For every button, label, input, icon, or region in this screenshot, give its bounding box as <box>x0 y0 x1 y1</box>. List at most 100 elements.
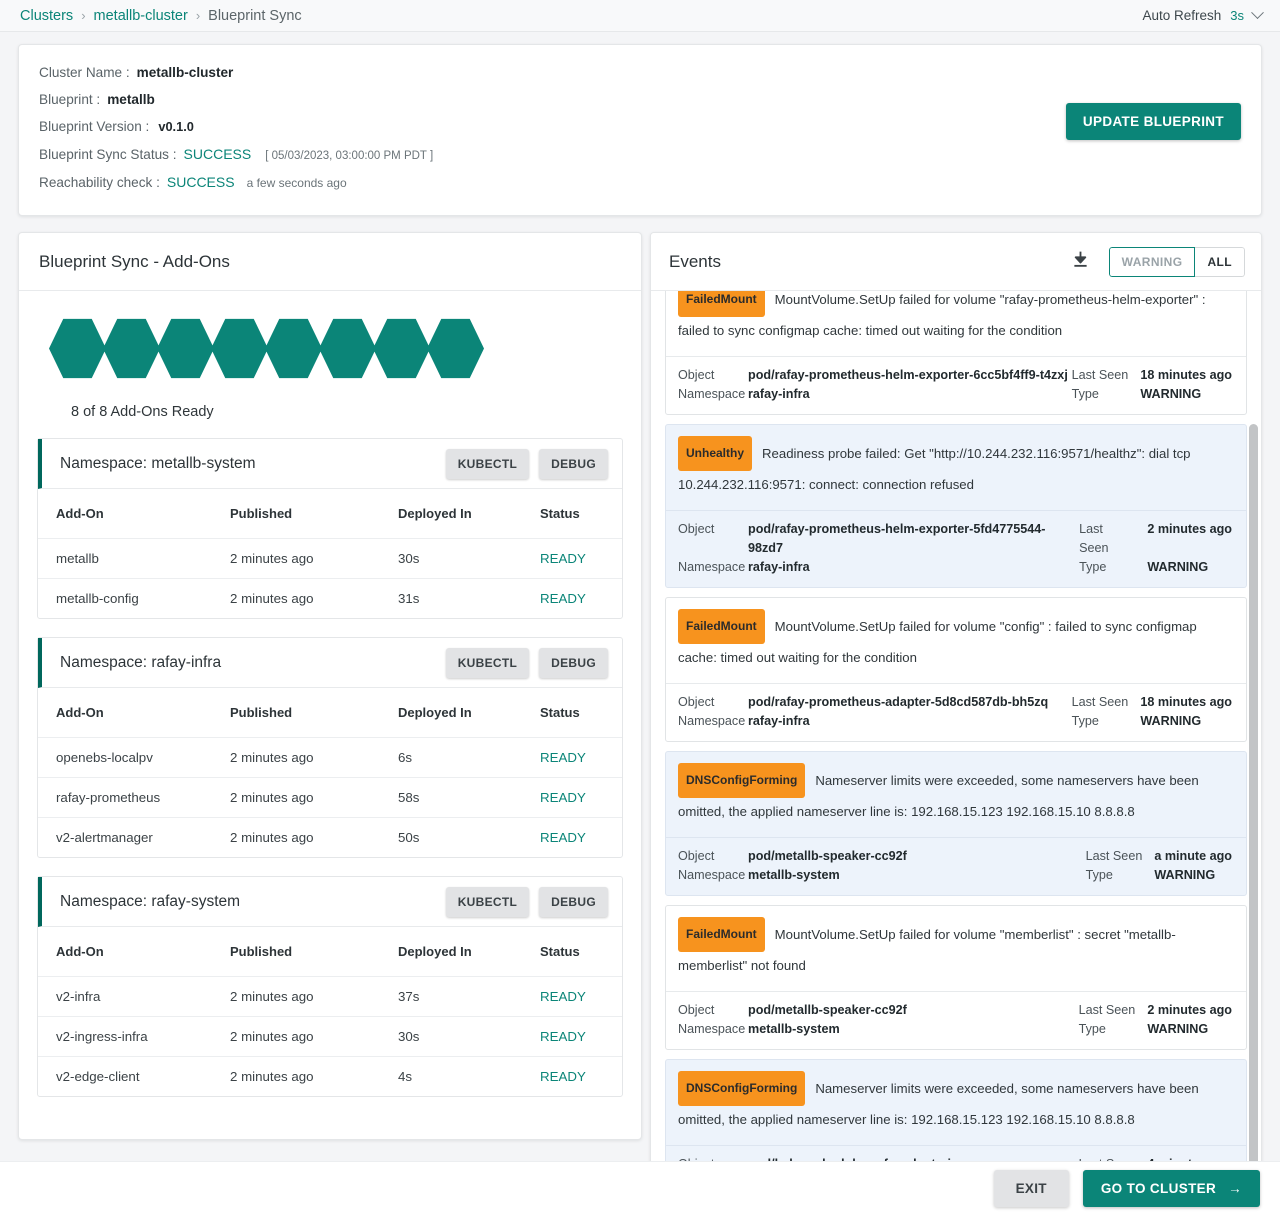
cell-addon: v2-edge-client <box>56 1069 140 1084</box>
events-panel: Events WARNING ALL FailedMount MountVolume… <box>650 232 1262 1172</box>
event-meta-right: Last Seen 18 minutes ago Type WARNING <box>1072 366 1232 404</box>
table-row[interactable]: rafay-prometheus 2 minutes ago 58s READY <box>38 777 622 818</box>
addon-hex-7[interactable] <box>373 318 430 379</box>
table-row[interactable]: metallb 2 minutes ago 30s READY <box>38 538 622 579</box>
event-message-row: DNSConfigForming Nameserver limits were e… <box>666 752 1246 837</box>
cluster-summary-card: Cluster Name : metallb-cluster Blueprint… <box>18 44 1262 216</box>
namespace-label: Namespace <box>678 868 746 882</box>
event-card[interactable]: Unhealthy Readiness probe failed: Get "ht… <box>665 424 1247 588</box>
event-card[interactable]: DNSConfigForming Nameserver limits were e… <box>665 1059 1247 1171</box>
addon-hex-3[interactable] <box>157 318 214 379</box>
namespace-title: Namespace: metallb-system <box>60 454 256 472</box>
update-blueprint-button[interactable]: UPDATE BLUEPRINT <box>1065 103 1241 140</box>
events-filter-all[interactable]: ALL <box>1195 246 1245 277</box>
namespace-value: rafay-infra <box>748 560 810 574</box>
cell-addon: metallb <box>38 538 230 579</box>
blueprint-value: metallb <box>107 92 155 107</box>
event-reason-badge: FailedMount <box>678 609 765 644</box>
event-reason-badge: Unhealthy <box>678 436 753 471</box>
event-meta-right: Last Seen a minute ago Type WARNING <box>1086 847 1232 885</box>
addon-hex-6[interactable] <box>319 318 376 379</box>
kubectl-button[interactable]: KUBECTL <box>445 448 530 479</box>
status-badge: READY <box>540 1029 586 1044</box>
namespace-label: Namespace <box>678 714 746 728</box>
table-row[interactable]: v2-ingress-infra 2 minutes ago 30s READY <box>38 1016 622 1057</box>
table-row[interactable]: metallb-config 2 minutes ago 31s READY <box>38 579 622 619</box>
cell-addon: metallb-config <box>56 591 139 606</box>
event-card[interactable]: FailedMount MountVolume.SetUp failed for … <box>665 597 1247 742</box>
column-header: Deployed In <box>398 688 540 738</box>
blueprint-label: Blueprint : <box>39 92 101 107</box>
events-filter-warning[interactable]: WARNING <box>1108 246 1196 277</box>
column-header: Deployed In <box>398 927 540 977</box>
table-row[interactable]: v2-alertmanager 2 minutes ago 50s READY <box>38 818 622 858</box>
event-card[interactable]: FailedMount MountVolume.SetUp failed for … <box>665 291 1247 415</box>
addons-ready-caption: 8 of 8 Add-Ons Ready <box>71 404 214 420</box>
addon-hex-4[interactable] <box>211 318 268 379</box>
type-value: WARNING <box>1140 714 1202 728</box>
namespace-header: Namespace: rafay-infra KUBECTL DEBUG <box>38 638 622 688</box>
events-list[interactable]: FailedMount MountVolume.SetUp failed for … <box>651 291 1261 1171</box>
debug-button[interactable]: DEBUG <box>539 647 608 678</box>
table-header-row: Add-On Published Deployed In Status <box>38 688 622 738</box>
last-seen-label: Last Seen <box>1071 368 1129 382</box>
event-message-row: FailedMount MountVolume.SetUp failed for … <box>666 906 1246 991</box>
event-meta: Object pod/rafay-prometheus-adapter-5d8cd… <box>666 683 1246 741</box>
table-row[interactable]: v2-infra 2 minutes ago 37s READY <box>38 976 622 1017</box>
download-icon[interactable] <box>1070 249 1091 275</box>
breadcrumb-cluster-link[interactable]: metallb-cluster <box>94 8 188 24</box>
status-badge: READY <box>540 790 586 805</box>
cluster-name-label: Cluster Name : <box>39 65 130 80</box>
addons-table: Add-On Published Deployed In Status openebs-… <box>38 688 622 857</box>
object-label: Object <box>678 849 715 863</box>
reachability-label: Reachability check : <box>39 175 160 190</box>
kubectl-button[interactable]: KUBECTL <box>445 886 530 917</box>
object-value: pod/metallb-speaker-cc92f <box>748 1003 907 1017</box>
table-row[interactable]: v2-edge-client 2 minutes ago 4s READY <box>38 1057 622 1097</box>
namespace-block: Namespace: rafay-infra KUBECTL DEBUG Add-On… <box>37 637 623 858</box>
type-label: Type <box>1085 868 1113 882</box>
addon-hex-2[interactable] <box>103 318 160 379</box>
table-row[interactable]: openebs-localpv 2 minutes ago 6s READY <box>38 737 622 778</box>
addons-panel-title: Blueprint Sync - Add-Ons <box>19 233 641 291</box>
event-meta-right: Last Seen 2 minutes ago Type WARNING <box>1079 520 1232 577</box>
cell-deployed-in: 58s <box>398 777 540 818</box>
go-to-cluster-button[interactable]: GO TO CLUSTER → <box>1082 1170 1260 1207</box>
namespace-actions: KUBECTL DEBUG <box>445 448 608 479</box>
addon-hex-5[interactable] <box>265 318 322 379</box>
column-header: Published <box>230 688 398 738</box>
event-reason-badge: DNSConfigForming <box>678 1071 806 1106</box>
chevron-down-icon[interactable] <box>1251 6 1264 20</box>
auto-refresh-control[interactable]: Auto Refresh 3s <box>1142 6 1264 23</box>
event-meta-left: Object pod/rafay-prometheus-adapter-5d8cd… <box>678 693 1048 731</box>
event-message-row: FailedMount MountVolume.SetUp failed for … <box>666 291 1246 356</box>
events-filter-toggle[interactable]: WARNING ALL <box>1108 246 1245 277</box>
addons-table: Add-On Published Deployed In Status metallb 2… <box>38 489 622 618</box>
namespace-title: Namespace: rafay-system <box>60 892 241 910</box>
object-label: Object <box>678 1003 715 1017</box>
event-reason-badge: FailedMount <box>678 917 765 952</box>
namespace-header: Namespace: metallb-system KUBECTL DEBUG <box>38 439 622 489</box>
breadcrumb-current: Blueprint Sync <box>208 7 302 24</box>
addon-hex-1[interactable] <box>49 318 106 379</box>
sync-status-timestamp: [ 05/03/2023, 03:00:00 PM PDT ] <box>265 150 434 162</box>
breadcrumb-clusters-link[interactable]: Clusters <box>20 8 73 24</box>
table-header-row: Add-On Published Deployed In Status <box>38 489 622 539</box>
debug-button[interactable]: DEBUG <box>539 886 608 917</box>
cell-addon: openebs-localpv <box>38 737 230 778</box>
kubectl-button[interactable]: KUBECTL <box>445 647 530 678</box>
event-card[interactable]: DNSConfigForming Nameserver limits were e… <box>665 751 1247 896</box>
debug-button[interactable]: DEBUG <box>539 448 608 479</box>
cell-addon: v2-ingress-infra <box>38 1016 230 1057</box>
blueprint-sync-page: Clusters › metallb-cluster › Blueprint S… <box>0 0 1280 1215</box>
namespace-label: Namespace <box>678 560 746 574</box>
cell-published: 2 minutes ago <box>230 1016 398 1057</box>
exit-button[interactable]: EXIT <box>993 1170 1069 1207</box>
blueprint-version-row: Blueprint Version : v0.1.0 <box>39 119 1239 134</box>
object-label: Object <box>678 695 715 709</box>
event-meta: Object pod/metallb-speaker-cc92f Namespace… <box>666 837 1246 895</box>
event-card[interactable]: FailedMount MountVolume.SetUp failed for … <box>665 905 1247 1050</box>
events-scrollbar[interactable] <box>1249 424 1258 1171</box>
cell-published: 2 minutes ago <box>230 538 398 579</box>
addon-hex-8[interactable] <box>427 318 484 379</box>
